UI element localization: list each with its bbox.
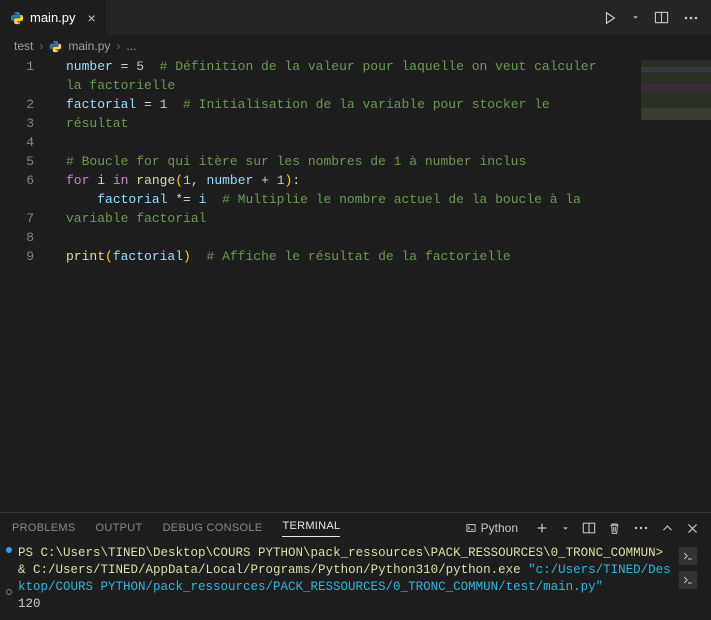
editor-actions (603, 10, 711, 26)
bottom-panel: PROBLEMS OUTPUT DEBUG CONSOLE TERMINAL P… (0, 512, 711, 620)
close-tab-icon[interactable]: × (88, 10, 96, 26)
terminal-cwd: C:\Users\TINED\Desktop\COURS PYTHON\pack… (41, 546, 656, 560)
tab-problems[interactable]: PROBLEMS (12, 522, 76, 534)
python-file-icon (10, 11, 24, 25)
line-number: 1 (0, 57, 50, 95)
terminal-dropdown-icon[interactable] (561, 524, 570, 533)
tab-bar: main.py × (0, 0, 711, 35)
run-dropdown-icon[interactable] (631, 13, 640, 22)
panel-actions: Python (460, 519, 699, 537)
terminal-amp: & (18, 563, 33, 577)
terminal-output[interactable]: PS C:\Users\TINED\Desktop\COURS PYTHON\p… (18, 545, 675, 618)
code-editor[interactable]: 123456789 number = 5 # Définition de la … (0, 57, 711, 512)
line-number: 3 (0, 114, 50, 133)
tab-debug-console[interactable]: DEBUG CONSOLE (163, 522, 263, 534)
run-button[interactable] (603, 11, 617, 25)
maximize-panel-icon[interactable] (661, 522, 674, 535)
python-file-icon (49, 40, 62, 53)
terminal-profile-select[interactable]: Python (460, 519, 523, 537)
terminal-sep: > (656, 546, 671, 560)
more-actions-icon[interactable] (683, 10, 699, 26)
terminal-body[interactable]: PS C:\Users\TINED\Desktop\COURS PYTHON\p… (0, 543, 711, 620)
chevron-right-icon: › (39, 39, 43, 53)
terminal-side-icons (675, 545, 701, 618)
tab-filename: main.py (30, 10, 76, 25)
breadcrumb-extra[interactable]: ... (126, 39, 136, 53)
line-number: 2 (0, 95, 50, 114)
new-terminal-icon[interactable] (535, 521, 549, 535)
close-panel-icon[interactable] (686, 522, 699, 535)
split-editor-icon[interactable] (654, 10, 669, 25)
editor-tab-main[interactable]: main.py × (0, 0, 107, 35)
code-line[interactable]: # Boucle for qui itère sur les nombres d… (66, 152, 619, 171)
code-line[interactable] (66, 228, 619, 247)
code-content[interactable]: number = 5 # Définition de la valeur pou… (66, 57, 619, 285)
terminal-result: 120 (18, 597, 41, 611)
code-line[interactable] (66, 266, 619, 285)
terminal-shell-icon[interactable] (679, 547, 697, 565)
terminal-active-dot-icon (6, 547, 12, 553)
terminal-profile-label: Python (481, 521, 518, 535)
line-number: 7 (0, 209, 50, 228)
tab-terminal[interactable]: TERMINAL (282, 520, 340, 537)
terminal-status-dot-icon (6, 589, 12, 595)
minimap[interactable] (641, 60, 711, 120)
terminal-prompt-ps: PS (18, 546, 41, 560)
terminal-shell-icon[interactable] (679, 571, 697, 589)
code-line[interactable]: for i in range(1, number + 1): (66, 171, 619, 190)
line-number: 6 (0, 171, 50, 209)
more-panel-actions-icon[interactable] (633, 520, 649, 536)
breadcrumb-file[interactable]: main.py (68, 39, 110, 53)
line-number: 4 (0, 133, 50, 152)
code-line[interactable]: number = 5 # Définition de la valeur pou… (66, 57, 619, 95)
line-number: 5 (0, 152, 50, 171)
tab-output[interactable]: OUTPUT (96, 522, 143, 534)
line-number: 8 (0, 228, 50, 247)
breadcrumb[interactable]: test › main.py › ... (0, 35, 711, 57)
kill-terminal-icon[interactable] (608, 522, 621, 535)
chevron-right-icon: › (116, 39, 120, 53)
code-line[interactable]: factorial = 1 # Initialisation de la var… (66, 95, 619, 133)
code-line[interactable] (66, 133, 619, 152)
code-line[interactable]: print(factorial) # Affiche le résultat d… (66, 247, 619, 266)
split-terminal-icon[interactable] (582, 521, 596, 535)
line-number-gutter: 123456789 (0, 57, 50, 266)
line-number: 9 (0, 247, 50, 266)
panel-tabs: PROBLEMS OUTPUT DEBUG CONSOLE TERMINAL P… (0, 513, 711, 543)
terminal-python-exe: C:/Users/TINED/AppData/Local/Programs/Py… (33, 563, 521, 577)
breadcrumb-folder[interactable]: test (14, 39, 33, 53)
code-line[interactable]: factorial *= i # Multiplie le nombre act… (66, 190, 619, 228)
